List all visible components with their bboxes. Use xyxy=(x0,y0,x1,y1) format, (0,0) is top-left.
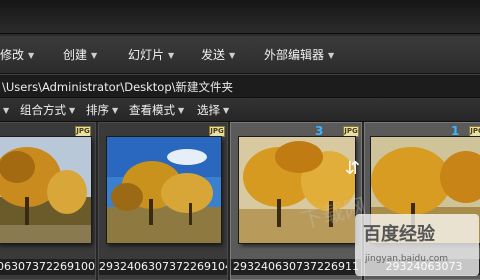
watermark-site-name: 百度经验 xyxy=(363,224,435,245)
menu-slideshow-label: 幻灯片 xyxy=(128,48,165,62)
chevron-down-icon: ▼ xyxy=(178,106,185,115)
selection-number: 3 xyxy=(315,124,324,138)
chevron-down-icon: ▼ xyxy=(328,51,335,60)
chevron-down-icon: ▼ xyxy=(112,106,119,115)
thumbnail-cell[interactable]: 3 JPG 293240630737226911 xyxy=(230,122,362,280)
menu-external-editor[interactable]: 外部编辑器 ▼ xyxy=(264,46,334,64)
menu-create[interactable]: 创建 ▼ xyxy=(63,46,97,64)
toolbar-view-mode-label: 查看模式 xyxy=(129,103,175,117)
mouse-cursor-icon: ⇵ xyxy=(345,158,361,179)
toolbar-group-by[interactable]: 组合方式 ▼ xyxy=(20,102,75,119)
menu-edit[interactable]: 修改 ▼ xyxy=(0,46,34,64)
selection-number: 1 xyxy=(451,124,460,138)
chevron-down-icon: ▼ xyxy=(223,106,230,115)
jpg-badge: JPG xyxy=(469,126,480,137)
menu-edit-label: 修改 xyxy=(0,48,25,62)
chevron-down-icon: ▼ xyxy=(229,51,236,60)
toolbar-sort[interactable]: 排序 ▼ xyxy=(86,102,118,119)
toolbar-select-label: 选择 xyxy=(197,103,220,117)
thumbnail-image xyxy=(239,137,355,243)
toolbar-separator-arrow: ▼ xyxy=(0,102,9,119)
toolbar-select[interactable]: 选择 ▼ xyxy=(197,102,229,119)
thumbnail-cell[interactable]: JPG 063073722691000 xyxy=(0,122,96,280)
title-bar xyxy=(0,0,480,34)
thumbnail-caption: 29324063073722691040 xyxy=(99,259,227,275)
menu-create-label: 创建 xyxy=(63,48,88,62)
menu-external-editor-label: 外部编辑器 xyxy=(264,48,325,62)
jpg-badge: JPG xyxy=(75,126,91,137)
chevron-down-icon: ▼ xyxy=(91,51,98,60)
jpg-badge: JPG xyxy=(343,126,359,137)
thumbnail-caption: 293240630737226911 xyxy=(231,259,361,275)
chevron-down-icon: ▼ xyxy=(28,51,35,60)
toolbar-sort-label: 排序 xyxy=(86,103,109,117)
chevron-down-icon: ▼ xyxy=(168,51,175,60)
path-bar[interactable]: \Users\Administrator\Desktop\新建文件夹 xyxy=(0,74,480,98)
watermark-logo: 百度经验 jingyan.baidu.com xyxy=(355,214,479,276)
menu-send-label: 发送 xyxy=(201,48,226,62)
view-toolbar: ▼ 组合方式 ▼ 排序 ▼ 查看模式 ▼ 选择 ▼ xyxy=(0,98,480,122)
chevron-down-icon: ▼ xyxy=(3,106,10,115)
path-text: \Users\Administrator\Desktop\新建文件夹 xyxy=(2,80,234,94)
thumbnail-image xyxy=(107,137,221,243)
thumbnail-image xyxy=(0,137,91,243)
toolbar-view-mode[interactable]: 查看模式 ▼ xyxy=(129,102,184,119)
menu-bar: 修改 ▼ 创建 ▼ 幻灯片 ▼ 发送 ▼ 外部编辑器 ▼ xyxy=(0,36,480,74)
menu-send[interactable]: 发送 ▼ xyxy=(201,46,235,64)
thumbnail-caption: 063073722691000 xyxy=(0,259,95,275)
thumbnail-cell[interactable]: JPG 29324063073722691040 xyxy=(98,122,228,280)
toolbar-group-by-label: 组合方式 xyxy=(20,103,66,117)
jpg-badge: JPG xyxy=(209,126,225,137)
watermark-site-url: jingyan.baidu.com xyxy=(365,254,449,264)
chevron-down-icon: ▼ xyxy=(69,106,76,115)
menu-slideshow[interactable]: 幻灯片 ▼ xyxy=(128,46,174,64)
